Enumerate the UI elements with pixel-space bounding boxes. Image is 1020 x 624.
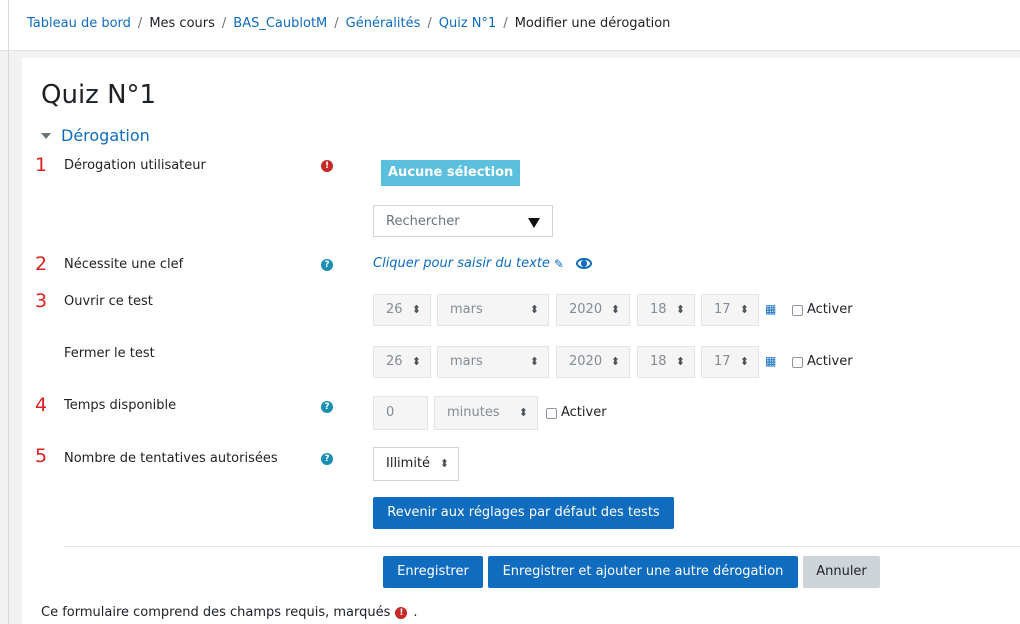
save-button[interactable]: Enregistrer xyxy=(383,556,483,588)
breadcrumb-separator: / xyxy=(334,16,339,31)
cancel-button[interactable]: Annuler xyxy=(803,556,880,588)
annotation-number-5: 5 xyxy=(35,445,48,467)
breadcrumb-quiz[interactable]: Quiz N°1 xyxy=(439,16,497,31)
breadcrumb-general[interactable]: Généralités xyxy=(346,16,421,31)
user-search-select[interactable]: Rechercher xyxy=(373,205,553,237)
updown-arrow-icon: ⬍ xyxy=(610,355,620,368)
required-fields-note: Ce formulaire comprend des champs requis… xyxy=(41,605,418,620)
calendar-icon[interactable]: ▦ xyxy=(765,355,778,368)
open-minute-select[interactable]: 17 ⬍ xyxy=(701,294,759,326)
open-hour-value: 18 xyxy=(650,302,667,317)
search-placeholder: Rechercher xyxy=(386,214,460,229)
help-icon[interactable]: ? xyxy=(321,453,333,465)
left-border xyxy=(8,0,9,624)
close-year-value: 2020 xyxy=(569,354,603,369)
updown-arrow-icon: ⬍ xyxy=(529,355,539,368)
password-label: Nécessite une clef xyxy=(64,257,184,272)
time-limit-enable-checkbox[interactable] xyxy=(546,408,557,419)
close-year-select[interactable]: 2020 ⬍ xyxy=(556,346,630,378)
page-title: Quiz N°1 xyxy=(41,80,157,110)
time-limit-input[interactable]: 0 xyxy=(373,396,428,430)
time-limit-enable-label: Activer xyxy=(561,405,607,420)
open-day-value: 26 xyxy=(386,302,403,317)
close-enable-checkbox[interactable] xyxy=(792,357,803,368)
annotation-number-2: 2 xyxy=(35,253,48,275)
updown-arrow-icon: ⬍ xyxy=(411,303,421,316)
open-year-value: 2020 xyxy=(569,302,603,317)
close-minute-value: 17 xyxy=(714,354,731,369)
required-icon: ! xyxy=(321,160,333,172)
time-unit-value: minutes xyxy=(447,405,500,420)
inplace-text: Cliquer pour saisir du texte xyxy=(373,256,550,271)
updown-arrow-icon: ⬍ xyxy=(675,355,685,368)
updown-arrow-icon: ⬍ xyxy=(739,303,749,316)
updown-arrow-icon: ⬍ xyxy=(529,303,539,316)
close-day-select[interactable]: 26 ⬍ xyxy=(373,346,431,378)
close-hour-value: 18 xyxy=(650,354,667,369)
attempts-value: Illimité xyxy=(386,456,431,471)
breadcrumb-separator: / xyxy=(503,16,508,31)
updown-arrow-icon: ⬍ xyxy=(610,303,620,316)
password-inplace-editable[interactable]: Cliquer pour saisir du texte ✎ xyxy=(373,256,592,271)
close-enable-label: Activer xyxy=(807,354,853,369)
breadcrumb-dashboard[interactable]: Tableau de bord xyxy=(27,16,131,31)
close-month-select[interactable]: mars ⬍ xyxy=(437,346,549,378)
breadcrumb-separator: / xyxy=(427,16,432,31)
open-day-select[interactable]: 26 ⬍ xyxy=(373,294,431,326)
section-toggle-derogation[interactable]: Dérogation xyxy=(41,126,150,145)
dropdown-arrow-icon[interactable] xyxy=(528,218,540,228)
updown-arrow-icon: ⬍ xyxy=(739,355,749,368)
pencil-icon[interactable]: ✎ xyxy=(554,257,564,271)
breadcrumb-course[interactable]: BAS_CaublotM xyxy=(233,16,327,31)
eye-icon[interactable] xyxy=(575,258,592,269)
help-icon[interactable]: ? xyxy=(321,259,333,271)
open-month-select[interactable]: mars ⬍ xyxy=(437,294,549,326)
revert-defaults-button[interactable]: Revenir aux réglages par défaut des test… xyxy=(373,497,674,529)
note-end: . xyxy=(413,605,418,620)
open-year-select[interactable]: 2020 ⬍ xyxy=(556,294,630,326)
calendar-icon[interactable]: ▦ xyxy=(765,303,778,316)
close-minute-select[interactable]: 17 ⬍ xyxy=(701,346,759,378)
time-unit-select[interactable]: minutes ⬍ xyxy=(434,396,538,430)
open-enable-checkbox[interactable] xyxy=(792,305,803,316)
user-override-label: Dérogation utilisateur xyxy=(64,158,206,173)
attempts-select[interactable]: Illimité ⬍ xyxy=(373,447,459,481)
updown-arrow-icon: ⬍ xyxy=(411,355,421,368)
required-icon: ! xyxy=(395,606,408,619)
breadcrumb-separator: / xyxy=(221,16,227,31)
updown-arrow-icon: ⬍ xyxy=(439,457,449,470)
annotation-number-3: 3 xyxy=(35,290,48,312)
annotation-number-1: 1 xyxy=(35,154,48,176)
collapse-caret-icon xyxy=(41,132,51,139)
breadcrumb-my-courses: Mes cours xyxy=(149,16,215,31)
open-enable-label: Activer xyxy=(807,302,853,317)
divider xyxy=(64,546,1020,547)
breadcrumb-separator: / xyxy=(137,16,143,31)
breadcrumb: Tableau de bord / Mes cours / BAS_CaublotM / G… xyxy=(27,16,670,31)
close-day-value: 26 xyxy=(386,354,403,369)
updown-arrow-icon: ⬍ xyxy=(675,303,685,316)
close-month-value: mars xyxy=(450,354,483,369)
annotation-number-4: 4 xyxy=(35,394,48,416)
open-quiz-label: Ouvrir ce test xyxy=(64,294,153,309)
attempts-label: Nombre de tentatives autorisées xyxy=(64,451,278,466)
open-month-value: mars xyxy=(450,302,483,317)
open-minute-value: 17 xyxy=(714,302,731,317)
time-limit-label: Temps disponible xyxy=(64,398,177,413)
section-title: Dérogation xyxy=(61,126,150,145)
main-content xyxy=(22,58,1020,624)
open-hour-select[interactable]: 18 ⬍ xyxy=(637,294,695,326)
breadcrumb-current: Modifier une dérogation xyxy=(514,16,671,31)
note-text: Ce formulaire comprend des champs requis… xyxy=(41,605,391,620)
save-and-add-another-button[interactable]: Enregistrer et ajouter une autre dérogat… xyxy=(488,556,798,588)
updown-arrow-icon: ⬍ xyxy=(518,406,528,419)
close-quiz-label: Fermer le test xyxy=(64,346,155,361)
help-icon[interactable]: ? xyxy=(321,401,333,413)
no-selection-badge[interactable]: Aucune sélection xyxy=(381,160,521,186)
close-hour-select[interactable]: 18 ⬍ xyxy=(637,346,695,378)
